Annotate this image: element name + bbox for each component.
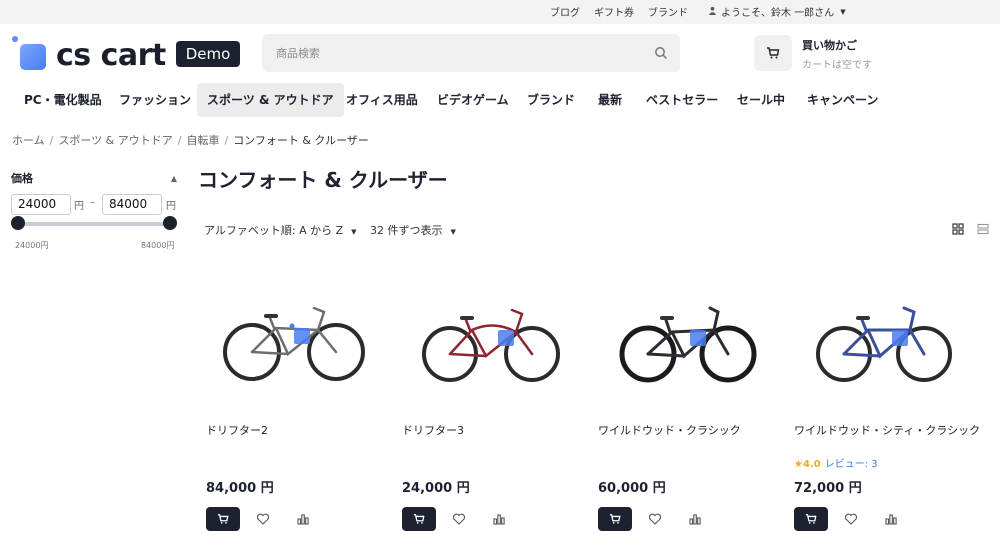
per-page-label: 32 件ずつ表示 [370,224,443,237]
logo-text: cs cart [56,38,166,73]
top-link-brand[interactable]: ブランド [648,4,688,19]
breadcrumb-separator: / [49,134,54,147]
chevron-up-icon: ▲ [170,173,177,183]
heart-icon[interactable] [256,512,270,526]
cart-icon [767,47,780,59]
compare-icon[interactable] [884,512,898,526]
cart-button[interactable] [754,35,792,71]
price-slider-max-handle[interactable] [163,216,177,230]
page-title: コンフォート & クルーザー [198,168,448,192]
breadcrumb: ホーム / スポーツ & アウトドア / 自転車 / コンフォート & クルーザー [12,132,369,148]
nav-item-sale[interactable]: セール中 [727,83,795,117]
nav-item-office[interactable]: オフィス用品 [336,83,428,117]
rating-value: 4.0 [802,459,821,470]
price-min-unit: 円 [74,201,84,212]
price-max-unit: 円 [166,201,176,212]
per-page-dropdown[interactable]: 32 件ずつ表示 ▼ [370,222,456,238]
caret-down-icon: ▼ [450,228,456,236]
heart-icon[interactable] [452,512,466,526]
product-card[interactable]: ワイルドウッド・クラシック 60,000 円 [590,290,780,540]
logo-mark [20,44,46,70]
top-bar: ブログ ギフト券 ブランド ようこそ、鈴木 一郎さん ▼ [0,0,1000,24]
bicycle-image[interactable] [610,290,760,400]
bicycle-image[interactable] [806,290,956,400]
breadcrumb-current: コンフォート & クルーザー [233,134,369,147]
sort-order-label: アルファベット順: A から Z [204,224,344,237]
nav-item-sports-outdoor[interactable]: スポーツ & アウトドア [197,83,344,117]
price-range-inputs: 24000 円 – 84000 円 [11,194,181,216]
product-price: 60,000 円 [598,481,666,496]
price-filter-header[interactable]: 価格 ▲ [11,170,177,186]
product-name[interactable]: ワイルドウッド・クラシック [598,422,741,438]
add-to-cart-button[interactable] [206,507,240,531]
price-max-input[interactable]: 84000 [102,194,162,215]
cart-status: カートは空です [802,60,872,71]
compare-icon[interactable] [296,512,310,526]
price-filter: 価格 ▲ 24000 円 – 84000 円 24000円 84000円 [11,170,177,250]
nav-item-campaign[interactable]: キャンペーン [797,83,888,117]
product-rating: ★4.0 レビュー: 3 [794,455,878,470]
top-link-gift[interactable]: ギフト券 [594,4,634,19]
compare-icon[interactable] [492,512,506,526]
breadcrumb-separator: / [177,134,182,147]
breadcrumb-separator: / [224,134,229,147]
add-to-cart-button[interactable] [402,507,436,531]
search-input[interactable] [262,34,680,72]
logo-dot [12,36,18,42]
price-range-dash: – [90,197,95,208]
cart-icon [609,514,621,524]
product-name[interactable]: ドリフター2 [206,422,268,438]
sort-order-dropdown[interactable]: アルファベット順: A から Z ▼ [204,222,357,238]
breadcrumb-bicycles[interactable]: 自転車 [186,134,219,147]
grid-view-icon[interactable] [952,223,964,235]
search-icon[interactable] [654,46,668,60]
cart-icon [217,514,229,524]
user-greeting: ようこそ、鈴木 一郎さん [721,8,835,19]
breadcrumb-sports[interactable]: スポーツ & アウトドア [58,134,172,147]
price-slider-min-label: 24000円 [15,241,49,250]
breadcrumb-home[interactable]: ホーム [12,134,45,147]
bicycle-image[interactable] [414,290,564,400]
top-links: ブログ ギフト券 ブランド [550,4,688,19]
product-name[interactable]: ワイルドウッド・シティ・クラシック [794,422,980,438]
price-slider-max-label: 84000円 [141,241,175,250]
star-icon: ★ [794,459,803,470]
product-card[interactable]: ワイルドウッド・シティ・クラシック ★4.0 レビュー: 3 72,000 円 [786,290,980,540]
demo-badge: Demo [176,41,240,67]
list-view-icon[interactable] [977,223,989,235]
nav-item-bestsellers[interactable]: ベストセラー [636,83,728,117]
top-link-blog[interactable]: ブログ [550,4,580,19]
product-card[interactable]: ドリフター3 24,000 円 [394,290,584,540]
price-slider-min-handle[interactable] [11,216,25,230]
nav-item-brands[interactable]: ブランド [517,83,585,117]
reviews-link[interactable]: レビュー: 3 [825,459,878,470]
product-price: 84,000 円 [206,481,274,496]
nav-item-new[interactable]: 最新 [588,83,632,117]
bicycle-image[interactable] [218,290,368,400]
price-filter-title: 価格 [11,172,33,185]
nav-item-video-games[interactable]: ビデオゲーム [427,83,519,117]
caret-down-icon: ▼ [351,228,357,236]
compare-icon[interactable] [688,512,702,526]
main-nav: PC・電化製品 ファッション スポーツ & アウトドア オフィス用品 ビデオゲー… [0,82,1000,118]
heart-icon[interactable] [844,512,858,526]
cart-title[interactable]: 買い物かご [802,37,857,53]
search-box [262,34,680,72]
heart-icon[interactable] [648,512,662,526]
product-price: 24,000 円 [402,481,470,496]
price-min-input[interactable]: 24000 [11,194,71,215]
user-menu[interactable]: ようこそ、鈴木 一郎さん ▼ [708,4,846,19]
add-to-cart-button[interactable] [794,507,828,531]
product-card[interactable]: ドリフター2 84,000 円 [198,290,388,540]
nav-item-electronics[interactable]: PC・電化製品 [14,83,112,117]
caret-down-icon: ▼ [840,7,846,16]
nav-item-fashion[interactable]: ファッション [109,83,201,117]
cart-icon [805,514,817,524]
add-to-cart-button[interactable] [598,507,632,531]
price-slider-track[interactable] [18,222,170,226]
product-name[interactable]: ドリフター3 [402,422,464,438]
user-icon [708,6,717,18]
product-price: 72,000 円 [794,481,862,496]
cart-icon [413,514,425,524]
